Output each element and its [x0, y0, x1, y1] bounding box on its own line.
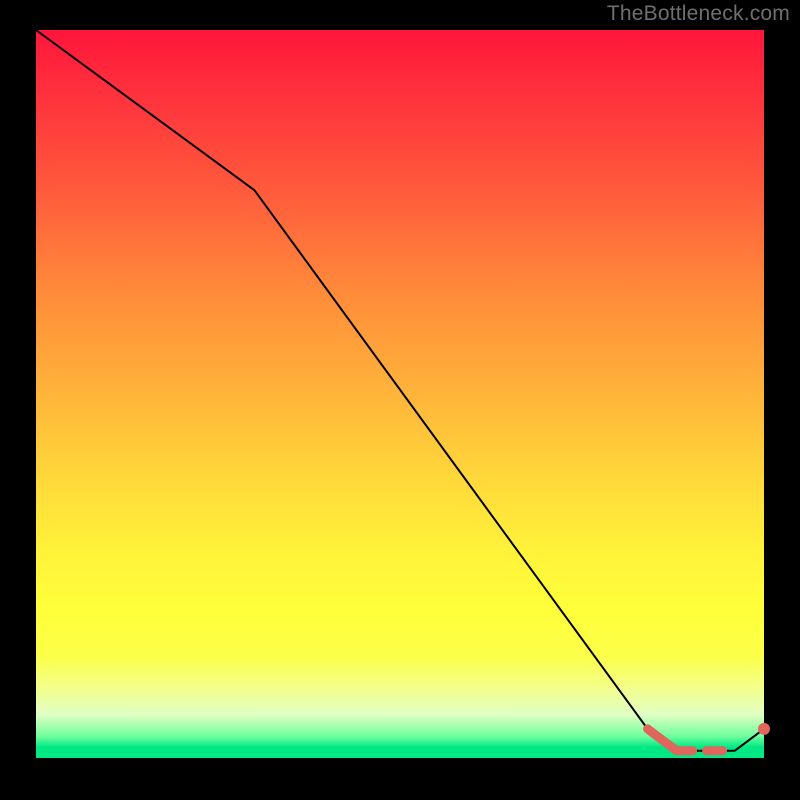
end-dot-marker: [758, 723, 770, 735]
chart-container: TheBottleneck.com: [0, 0, 800, 800]
plot-area: [36, 30, 764, 758]
watermark-text: TheBottleneck.com: [607, 2, 790, 26]
chart-svg: [36, 30, 764, 758]
highlight-solid-segment: [648, 729, 677, 751]
bottleneck-curve-line: [36, 30, 764, 751]
